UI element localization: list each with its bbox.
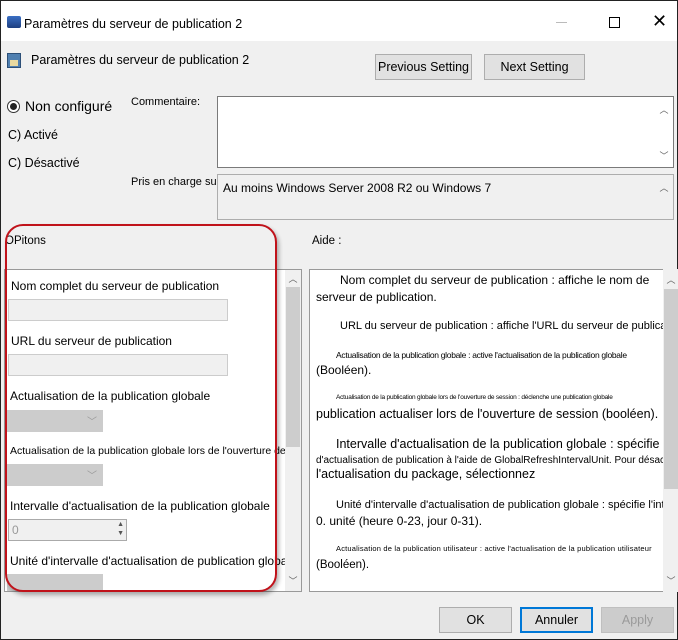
scroll-up-icon[interactable]: ︿ (663, 273, 678, 286)
options-scrollbar[interactable]: ︿ ﹀ (285, 270, 301, 591)
help-paragraph: Actualisation de la publication globale … (336, 394, 613, 401)
stepper-up-icon[interactable]: ▲ (117, 521, 124, 528)
policy-title: Paramètres du serveur de publication 2 (31, 53, 250, 67)
scroll-down-icon[interactable]: ﹀ (663, 574, 678, 587)
server-url-input[interactable] (8, 354, 228, 376)
scroll-down-icon[interactable]: ﹀ (285, 574, 301, 587)
logon-refresh-select[interactable]: ﹀ (7, 464, 103, 486)
stepper-down-icon[interactable]: ▼ (117, 530, 124, 537)
cancel-button[interactable]: Annuler (520, 607, 593, 633)
radio-disabled[interactable]: C) Désactivé (8, 156, 80, 170)
help-paragraph: (Booléen). (316, 363, 372, 377)
help-heading: Aide : (312, 235, 342, 247)
chevron-down-icon: ﹀ (87, 417, 97, 428)
next-setting-button[interactable]: Next Setting (484, 54, 585, 80)
help-paragraph: (Booléen). (316, 559, 370, 571)
options-panel: Nom complet du serveur de publication UR… (4, 269, 302, 592)
name-label: Nom complet du serveur de publication (11, 279, 220, 293)
supported-value: Au moins Windows Server 2008 R2 ou Windo… (223, 181, 492, 195)
global-refresh-label: Actualisation de la publication globale (10, 389, 211, 403)
supported-label: Pris en charge sur : (131, 176, 227, 188)
scroll-up-icon[interactable]: ︿ (656, 103, 672, 116)
global-refresh-select[interactable]: ﹀ (7, 410, 103, 432)
scroll-down-icon[interactable]: ﹀ (656, 149, 672, 162)
radio-selected-icon (7, 99, 20, 113)
radio-label: Non configuré (25, 98, 113, 114)
radio-not-configured[interactable]: Non configuré (7, 98, 112, 114)
minimize-button[interactable] (556, 22, 567, 23)
server-name-input[interactable] (8, 299, 228, 321)
options-heading: OPitons (5, 235, 46, 247)
dialog-window: Paramètres du serveur de publication 2 ✕… (0, 0, 678, 640)
url-label: URL du serveur de publication (11, 334, 172, 348)
help-paragraph: l'actualisation du package, sélectionnez (316, 467, 536, 481)
app-icon (7, 16, 21, 28)
scroll-thumb[interactable] (286, 287, 300, 447)
supported-on-box: Au moins Windows Server 2008 R2 ou Windo… (217, 174, 674, 220)
help-paragraph: Nom complet du serveur de publication : … (316, 273, 650, 304)
help-paragraph: Intervalle d'actualisation de la publica… (336, 437, 663, 451)
unit-label: Unité d'intervalle d'actualisation de pu… (10, 554, 297, 568)
close-button[interactable]: ✕ (652, 11, 667, 32)
interval-label: Intervalle d'actualisation de la publica… (10, 499, 270, 513)
maximize-button[interactable] (609, 17, 620, 28)
help-paragraph: publication actualiser lors de l'ouvertu… (316, 407, 659, 421)
apply-button[interactable]: Apply (601, 607, 674, 633)
help-paragraph: URL du serveur de publication : affiche … (340, 320, 664, 332)
policy-icon (7, 53, 21, 68)
comment-textarea[interactable]: ︿ ﹀ (217, 96, 674, 168)
window-title: Paramètres du serveur de publication 2 (24, 17, 243, 31)
scroll-up-icon[interactable]: ︿ (285, 272, 301, 285)
help-paragraph: Unité d'intervalle d'actualisation de pu… (336, 499, 664, 511)
ok-button[interactable]: OK (439, 607, 512, 633)
previous-setting-button[interactable]: Previous Setting (375, 54, 472, 80)
chevron-down-icon: ﹀ (87, 471, 97, 482)
scroll-up-icon[interactable]: ︿ (656, 181, 672, 194)
logon-refresh-label: Actualisation de la publication globale … (10, 445, 302, 457)
radio-enabled[interactable]: C) Activé (8, 128, 58, 142)
comment-label: Commentaire: (131, 96, 201, 108)
help-scrollbar[interactable]: ︿ ﹀ (663, 269, 678, 592)
help-panel: Nom complet du serveur de publication : … (309, 269, 664, 592)
interval-stepper[interactable]: 0 ▲ ▼ (8, 519, 127, 541)
help-paragraph: 0. unité (heure 0-23, jour 0-31). (316, 514, 483, 528)
title-bar: Paramètres du serveur de publication 2 ✕ (1, 1, 677, 41)
unit-select[interactable] (7, 574, 103, 591)
scroll-thumb[interactable] (664, 289, 678, 489)
help-paragraph: Actualisation de la publication utilisat… (336, 544, 652, 553)
